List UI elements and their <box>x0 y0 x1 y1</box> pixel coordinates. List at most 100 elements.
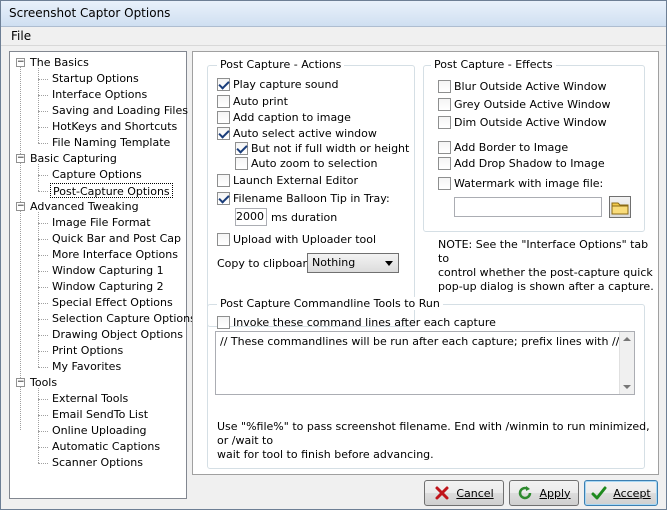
tree-connector <box>38 367 48 368</box>
tree-item[interactable]: File Naming Template <box>50 135 172 150</box>
folder-icon <box>611 202 629 215</box>
auto-select-window-box[interactable] <box>217 127 230 140</box>
upload-checkbox[interactable]: Upload with Uploader tool <box>217 232 376 247</box>
cancel-button[interactable]: Cancel <box>424 480 504 506</box>
commandline-textarea[interactable]: // These commandlines will be run after … <box>215 331 635 395</box>
tree-connector <box>38 111 48 112</box>
tree-expander-icon[interactable]: − <box>16 58 25 67</box>
play-sound-checkbox[interactable]: Play capture sound <box>217 77 338 92</box>
tree-item[interactable]: Drawing Object Options <box>50 327 185 342</box>
dim-outside-checkbox[interactable]: Dim Outside Active Window <box>438 115 607 130</box>
but-not-full-box[interactable] <box>235 142 248 155</box>
auto-print-box[interactable] <box>217 95 230 108</box>
watermark-box[interactable] <box>438 177 451 190</box>
tree-item[interactable]: Window Capturing 1 <box>50 263 166 278</box>
window-title: Screenshot Captor Options <box>9 6 171 20</box>
dim-outside-box[interactable] <box>438 116 451 129</box>
invoke-commandlines-box[interactable] <box>217 316 230 329</box>
apply-button[interactable]: Apply <box>509 480 579 506</box>
add-border-box[interactable] <box>438 141 451 154</box>
tree-connector <box>38 239 48 240</box>
tree-group-label[interactable]: Tools <box>30 375 57 390</box>
chevron-down-icon <box>385 261 393 266</box>
accept-button[interactable]: Accept <box>584 480 658 506</box>
tree-connector <box>38 271 48 272</box>
tree-item[interactable]: Email SendTo List <box>50 407 150 422</box>
but-not-full-checkbox[interactable]: But not if full width or height <box>235 141 409 156</box>
checkmark-icon <box>591 486 607 500</box>
tree-item[interactable]: Image File Format <box>50 215 153 230</box>
tree-connector <box>38 447 48 448</box>
options-panel: Post Capture - Actions Play capture soun… <box>192 51 659 475</box>
tree-connector <box>38 79 48 80</box>
commandline-help: Use "%file%" to pass screenshot filename… <box>217 420 650 461</box>
scroll-down-icon[interactable] <box>623 385 631 389</box>
balloon-tip-checkbox[interactable]: Filename Balloon Tip in Tray: <box>217 191 390 206</box>
invoke-commandlines-checkbox[interactable]: Invoke these command lines after each ca… <box>217 315 496 330</box>
tree-connector <box>38 399 48 400</box>
tree-connector <box>38 351 48 352</box>
watermark-path-input[interactable] <box>454 197 602 217</box>
tree-item[interactable]: External Tools <box>50 391 130 406</box>
commandline-text: // These commandlines will be run after … <box>220 335 635 348</box>
title-bar: Screenshot Captor Options <box>1 1 666 27</box>
watermark-checkbox[interactable]: Watermark with image file: <box>438 176 603 191</box>
tree-item[interactable]: HotKeys and Shortcuts <box>50 119 179 134</box>
balloon-tip-box[interactable] <box>217 192 230 205</box>
auto-select-window-checkbox[interactable]: Auto select active window <box>217 126 377 141</box>
tree-connector <box>38 68 39 143</box>
tree-connector <box>38 175 48 176</box>
play-sound-box[interactable] <box>217 78 230 91</box>
tree-item[interactable]: Capture Options <box>50 167 144 182</box>
actions-group-title: Post Capture - Actions <box>217 58 345 71</box>
add-border-checkbox[interactable]: Add Border to Image <box>438 140 568 155</box>
tree-item[interactable]: Print Options <box>50 343 125 358</box>
drop-shadow-checkbox[interactable]: Add Drop Shadow to Image <box>438 156 605 171</box>
upload-box[interactable] <box>217 233 230 246</box>
tree-item[interactable]: Interface Options <box>50 87 149 102</box>
grey-outside-checkbox[interactable]: Grey Outside Active Window <box>438 97 610 112</box>
auto-zoom-box[interactable] <box>235 157 248 170</box>
tree-connector <box>20 64 21 430</box>
tree-expander-icon[interactable]: − <box>16 378 25 387</box>
scroll-up-icon[interactable] <box>623 337 631 341</box>
tree-item[interactable]: Window Capturing 2 <box>50 279 166 294</box>
clipboard-label: Copy to clipboard: <box>217 257 318 270</box>
tree-item[interactable]: Online Uploading <box>50 423 149 438</box>
tree-expander-icon[interactable]: − <box>16 154 25 163</box>
tree-item[interactable]: Selection Capture Options <box>50 311 198 326</box>
blur-outside-checkbox[interactable]: Blur Outside Active Window <box>438 79 606 94</box>
tree-item[interactable]: Startup Options <box>50 71 141 86</box>
tree-group-label[interactable]: Advanced Tweaking <box>30 199 139 214</box>
tree-connector <box>38 319 48 320</box>
launch-editor-box[interactable] <box>217 174 230 187</box>
tree-item[interactable]: Scanner Options <box>50 455 145 470</box>
tree-connector <box>38 463 48 464</box>
tree-expander-icon[interactable]: − <box>16 202 25 211</box>
options-window: Screenshot Captor Options File − The Basi… <box>0 0 667 510</box>
blur-outside-box[interactable] <box>438 80 451 93</box>
add-caption-checkbox[interactable]: Add caption to image <box>217 110 351 125</box>
tree-item[interactable]: Automatic Captions <box>50 439 162 454</box>
tree-connector <box>38 431 48 432</box>
options-tree[interactable]: − The Basics Startup Options Interface Opti… <box>9 51 196 499</box>
duration-input[interactable]: 2000 <box>235 208 267 226</box>
tree-connector <box>38 191 48 192</box>
clipboard-dropdown[interactable]: Nothing <box>307 253 399 273</box>
tree-item[interactable]: Post-Capture Options <box>50 183 173 198</box>
auto-zoom-checkbox[interactable]: Auto zoom to selection <box>235 156 377 171</box>
tree-group-label[interactable]: Basic Capturing <box>30 151 117 166</box>
commandline-scrollbar[interactable] <box>619 332 634 394</box>
tree-item[interactable]: Special Effect Options <box>50 295 175 310</box>
tree-item[interactable]: Saving and Loading Files <box>50 103 190 118</box>
menu-file[interactable]: File <box>11 29 31 43</box>
tree-item[interactable]: My Favorites <box>50 359 123 374</box>
auto-print-checkbox[interactable]: Auto print <box>217 94 288 109</box>
browse-watermark-button[interactable] <box>609 196 631 218</box>
tree-item[interactable]: More Interface Options <box>50 247 180 262</box>
add-caption-box[interactable] <box>217 111 230 124</box>
tree-item[interactable]: Quick Bar and Post Cap <box>50 231 183 246</box>
grey-outside-box[interactable] <box>438 98 451 111</box>
launch-editor-checkbox[interactable]: Launch External Editor <box>217 173 358 188</box>
drop-shadow-box[interactable] <box>438 157 451 170</box>
